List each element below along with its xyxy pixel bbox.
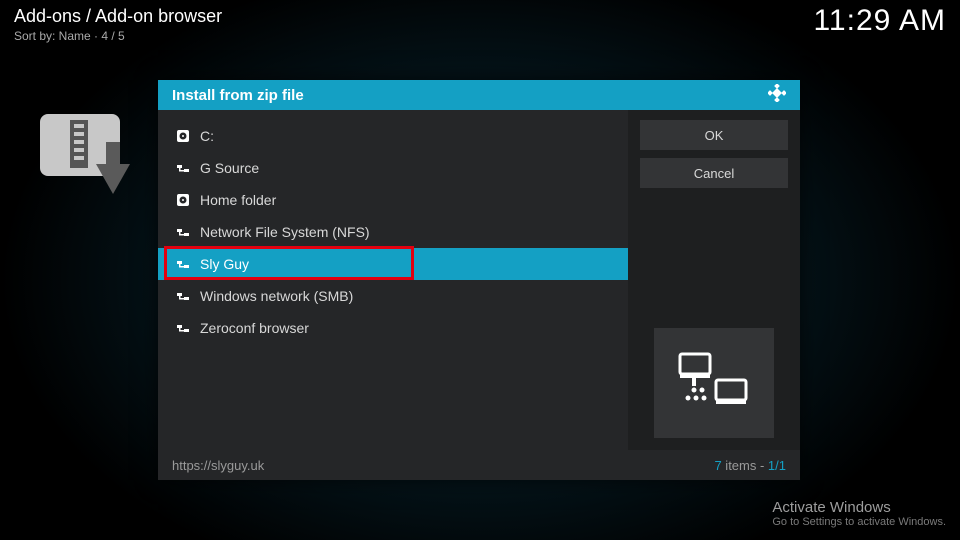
list-item-label: Network File System (NFS) xyxy=(200,224,370,240)
list-item[interactable]: Network File System (NFS) xyxy=(158,216,628,248)
dialog-header: Install from zip file xyxy=(158,80,800,110)
cancel-button[interactable]: Cancel xyxy=(640,158,788,188)
drive-icon xyxy=(176,193,190,207)
list-item[interactable]: C: xyxy=(158,120,628,152)
network-preview-icon xyxy=(654,328,774,438)
footer-count: 7 items - 1/1 xyxy=(714,458,786,473)
dialog-title: Install from zip file xyxy=(172,87,304,104)
install-from-zip-dialog: Install from zip file C: G Source Home fol… xyxy=(158,80,800,480)
list-item-label: C: xyxy=(200,128,214,144)
footer-path: https://slyguy.uk xyxy=(172,458,264,473)
list-item[interactable]: Windows network (SMB) xyxy=(158,280,628,312)
activate-windows-watermark: Activate Windows Go to Settings to activ… xyxy=(772,499,946,528)
file-source-list[interactable]: C: G Source Home folder Network File System… xyxy=(158,110,628,450)
list-item-label: Sly Guy xyxy=(200,256,249,272)
sort-by-line: Sort by: Name · 4 / 5 xyxy=(14,29,222,43)
list-item-label: Home folder xyxy=(200,192,276,208)
network-icon xyxy=(176,289,190,303)
watermark-sub: Go to Settings to activate Windows. xyxy=(772,516,946,528)
network-icon xyxy=(176,225,190,239)
breadcrumb: Add-ons / Add-on browser xyxy=(14,6,222,27)
network-icon xyxy=(176,161,190,175)
list-item-label: Windows network (SMB) xyxy=(200,288,353,304)
header-area: Add-ons / Add-on browser Sort by: Name ·… xyxy=(14,6,222,43)
list-item[interactable]: Zeroconf browser xyxy=(158,312,628,344)
list-item[interactable]: G Source xyxy=(158,152,628,184)
list-item[interactable]: Home folder xyxy=(158,184,628,216)
kodi-logo-icon xyxy=(768,84,786,106)
watermark-title: Activate Windows xyxy=(772,499,946,516)
dialog-footer: https://slyguy.uk 7 items - 1/1 xyxy=(158,450,800,480)
clock: 11:29 AM xyxy=(813,4,946,38)
dialog-right-pane: OK Cancel xyxy=(628,110,800,450)
list-item[interactable]: Sly Guy xyxy=(158,248,628,280)
list-item-label: G Source xyxy=(200,160,259,176)
drive-icon xyxy=(176,129,190,143)
ok-button[interactable]: OK xyxy=(640,120,788,150)
zip-download-icon xyxy=(40,114,150,204)
network-icon xyxy=(176,321,190,335)
network-icon xyxy=(176,257,190,271)
list-item-label: Zeroconf browser xyxy=(200,320,309,336)
